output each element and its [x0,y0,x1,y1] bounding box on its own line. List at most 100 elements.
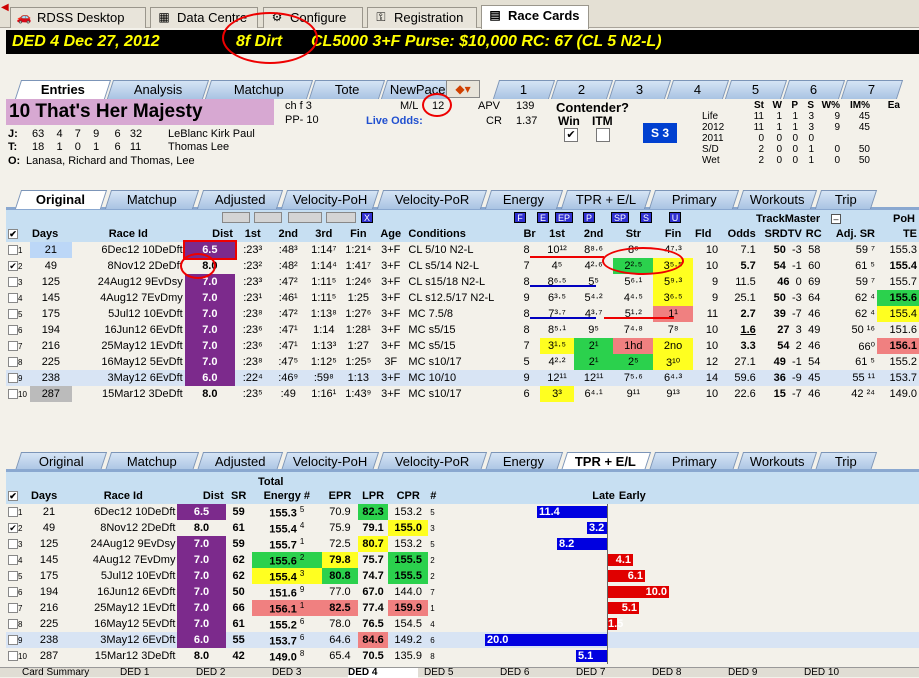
f-button[interactable]: F [514,212,526,223]
clear-x-button[interactable]: X [361,212,373,223]
win-checkbox[interactable]: ✔ [564,128,578,142]
top-tab-bar: ◀ 🚗 RDSS Desktop ▦ Data Centre ⚙ Configure … [0,0,919,29]
annotation-circle [222,12,318,64]
tab-horse-4[interactable]: 4 [666,80,730,99]
tab-horse-2[interactable]: 2 [550,80,614,99]
tab-tote[interactable]: Tote [308,80,386,99]
row-checkbox[interactable] [8,325,18,336]
pp-table-header: ✔ Days Race Id Dist 1st 2nd 3rd Fin Age … [6,226,919,242]
row-checkbox[interactable] [8,293,18,304]
days-cell: 21 [29,242,72,258]
pp-row[interactable]: 9 238 3May12 6EvD ft 6.0:22⁴:46⁹:59⁸ 1:13 3+F… [6,370,919,386]
energy-row[interactable]: 9 238 3May12 6EvD ft 6.0 55 153.7 6 64.6 84.6 14… [6,632,919,648]
row-checkbox[interactable] [8,539,18,550]
row-checkbox[interactable] [8,309,18,320]
row-checkbox[interactable] [8,571,18,582]
pp-row[interactable]: 4 145 4Aug12 7EvD my 7.0:23¹:46¹ 1:11⁵ 1:25 3+… [6,290,919,306]
trainer-stats: 18 1 0 1 6 11 [32,141,142,153]
e-button[interactable]: E [537,212,549,223]
energy-row[interactable]: 8 225 16May12 5EvD ft 7.0 61 155.2 6 78.0 76.5 1… [6,616,919,632]
stats-row: Wet 2 0 0 1 0 50 [702,155,870,166]
energy-row[interactable]: 6 194 16Jun12 6EvD ft 7.0 50 151.6 9 77.0 67.0 1… [6,584,919,600]
energy-row[interactable]: 4 145 4Aug12 7EvD my 7.0 62 155.6 2 79.8 75.7 15… [6,552,919,568]
row-checkbox[interactable] [8,389,18,400]
tab-workouts[interactable]: Workouts [736,190,818,209]
annotation-circle-ml [422,93,452,117]
tab-horse-6[interactable]: 6 [782,80,846,99]
energy-row[interactable]: ✔2 49 8Nov12 2DeD ft 8.0 61 155.4 4 75.9 79.1 15… [6,520,919,536]
filter-button[interactable] [326,212,356,223]
pp-row[interactable]: 8 225 16May12 5EvD ft 7.0:23⁸:47⁵ 1:12⁵ 1:25⁵… [6,354,919,370]
pp-row[interactable]: 3 125 24Aug12 9EvD sy 7.0:23³:47² 1:11⁵ 1:24⁶… [6,274,919,290]
tab-velocity-por[interactable]: Velocity-PoR [376,190,488,209]
pp-row[interactable]: 1 21 6Dec12 10DeD ft 6.5:23³:48³ 1:14⁷ 1:21⁴ 3… [6,240,919,260]
filter-button[interactable] [288,212,322,223]
select-all-checkbox[interactable]: ✔ [8,229,18,240]
key-icon: ⚿ [376,10,386,24]
energy-bar: 10.0 [608,586,669,598]
select-all-checkbox-energy[interactable]: ✔ [8,491,18,502]
collapse-icon[interactable]: – [831,214,841,224]
p-button[interactable]: P [583,212,595,223]
tab-race-cards[interactable]: ▤ Race Cards [481,5,589,29]
tab-tpr-e-l[interactable]: TPR + E/L [560,190,652,209]
tab-rdss-desktop[interactable]: 🚗 RDSS Desktop [10,7,146,28]
tab-horse-3[interactable]: 3 [608,80,672,99]
energy-row[interactable]: 5 175 5Jul12 10EvD ft 7.0 62 155.4 3 80.8 74.7 1… [6,568,919,584]
pp-row[interactable]: 7 216 25May12 1EvD ft 7.0:23⁶:47¹ 1:13³ 1:27 3… [6,338,919,354]
tab-primary[interactable]: Primary [648,190,740,209]
row-checkbox[interactable] [8,277,18,288]
tab-adjusted[interactable]: Adjusted [196,190,284,209]
u-button[interactable]: U [669,212,681,223]
energy-row[interactable]: 1 21 6Dec12 10DeD ft 6.5 59 155.3 5 70.9 82.3 15… [6,504,919,520]
filter-button[interactable] [222,212,250,223]
energy-bar: 20.0 [485,634,607,646]
row-checkbox[interactable] [8,373,18,384]
row-checkbox[interactable] [8,555,18,566]
row-checkbox[interactable] [8,507,18,518]
pp-row[interactable]: 5 175 5Jul12 10EvD ft 7.0:23⁸:47² 1:13⁸ 1:27⁶… [6,306,919,322]
energy-row[interactable]: 10 287 15Mar12 3DeD ft 8.0 42 149.0 8 65.4 70.5… [6,648,919,664]
trackmaster-label: TrackMaster [756,213,821,225]
pp-row[interactable]: ✔2 49 8Nov12 2DeD ft 8.0:23²:48² 1:14⁴ 1:41⁷ 3… [6,258,919,274]
filter-button[interactable] [254,212,282,223]
row-checkbox[interactable] [8,635,18,646]
tab-matchup[interactable]: Matchup [104,190,200,209]
row-checkbox[interactable] [8,603,18,614]
sp-button[interactable]: SP [611,212,629,223]
tab-velocity-poh[interactable]: Velocity-PoH [280,190,380,209]
speed-figure-badge: S 3 [643,123,677,143]
tab-matchup[interactable]: Matchup [204,80,314,99]
ep-button[interactable]: EP [555,212,573,223]
row-checkbox[interactable] [8,619,18,630]
row-checkbox[interactable] [8,651,18,662]
row-checkbox[interactable] [8,357,18,368]
row-checkbox[interactable]: ✔ [8,523,18,534]
row-checkbox[interactable] [8,341,18,352]
tab-original[interactable]: Original [14,190,108,209]
days-cell: 175 [41,308,61,320]
tab-trip[interactable]: Trip [814,190,878,209]
dist-cell: 7.0 [184,290,235,306]
row-checkbox[interactable]: ✔ [8,261,18,272]
row-checkbox[interactable] [8,587,18,598]
energy-row[interactable]: 7 216 25May12 1EvD ft 7.0 66 156.1 1 82.5 77.4 1… [6,600,919,616]
tab-registration[interactable]: ⚿ Registration [367,7,477,28]
contender-label: Contender? [556,100,629,115]
row-checkbox[interactable] [8,245,18,256]
trainer-name: Thomas Lee [168,141,230,153]
s-button[interactable]: S [640,212,652,223]
tab-entries[interactable]: Entries [14,80,112,99]
pace-icon[interactable]: ◆▾ [446,80,480,98]
energy-row[interactable]: 3 125 24Aug12 9EvD sy 7.0 59 155.7 1 72.5 80.7 1… [6,536,919,552]
dist-cell: 6.0 [184,370,235,386]
tab-analysis[interactable]: Analysis [106,80,210,99]
tab-horse-1[interactable]: 1 [492,80,556,99]
pp-row[interactable]: 10 287 15Mar12 3DeD ft 8.0:23⁵:49 1:16¹ 1:43⁹… [6,386,919,402]
pp-row[interactable]: 6 194 16Jun12 6EvD ft 7.0:23⁶:47¹ 1:14 1:28¹ 3… [6,322,919,338]
stats-row: 2012 11 1 1 3 9 45 [702,122,870,133]
itm-checkbox[interactable] [596,128,610,142]
tab-horse-5[interactable]: 5 [724,80,788,99]
tab-energy[interactable]: Energy [484,190,564,209]
tab-horse-7[interactable]: 7 [840,80,904,99]
